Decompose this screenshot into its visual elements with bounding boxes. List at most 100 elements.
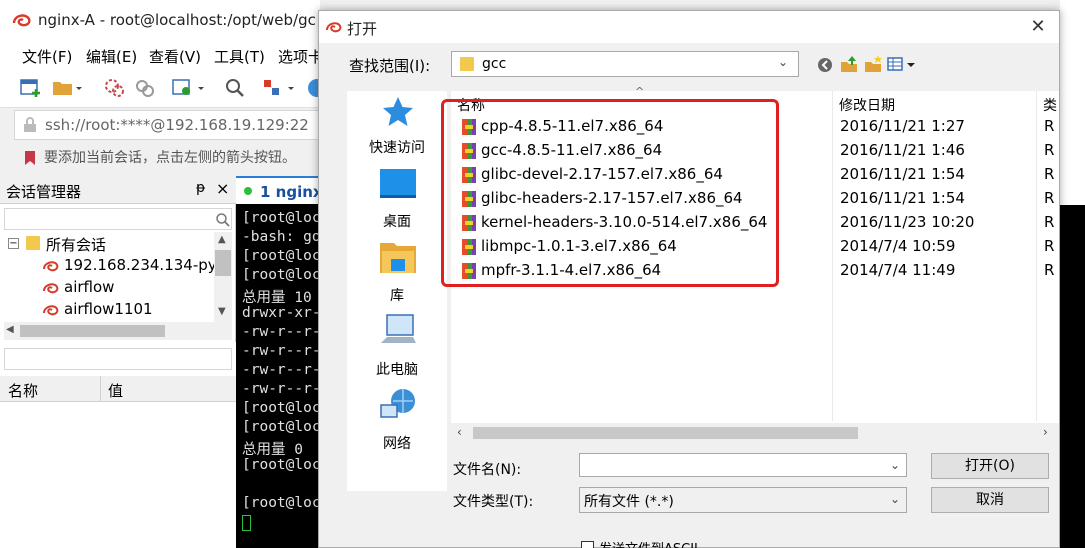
up-folder-icon[interactable] (839, 54, 859, 74)
file-type-combobox[interactable]: 所有文件 (*.*) ⌄ (579, 487, 907, 513)
tree-item[interactable]: airflow1101 (0, 299, 215, 321)
menu-edit[interactable]: 编辑(E) (86, 46, 137, 67)
menu-file[interactable]: 文件(F) (22, 46, 72, 67)
terminal-tab[interactable]: 1 nginx- (236, 176, 329, 204)
file-type: R (1044, 141, 1055, 159)
place-quick-access[interactable]: 快速访问 (347, 91, 447, 163)
terminal-tab-bar: 1 nginx- (236, 176, 329, 204)
file-type: R (1044, 237, 1055, 255)
column-divider (100, 376, 101, 402)
open-folder-icon[interactable] (52, 78, 82, 98)
hint-bar: 要添加当前会话，点击左侧的箭头按钮。 (0, 142, 320, 172)
session-vertical-scrollbar[interactable]: ▲ ▼ (214, 232, 232, 322)
session-icon (43, 261, 59, 272)
session-manager-title: 会话管理器 (6, 183, 82, 201)
sort-ascending-icon: ^ (635, 85, 645, 98)
file-list[interactable]: ^ 名称 修改日期 类 cpp-4.8.5-11.el7.x86_64 2016… (441, 85, 1059, 443)
tree-item[interactable]: 192.168.234.134-pyt (0, 255, 223, 277)
column-header-type[interactable]: 类 (1037, 91, 1063, 117)
terminal-line: -rw-r--r- (242, 381, 320, 397)
connected-status-icon (244, 187, 252, 195)
place-label: 库 (390, 288, 404, 304)
new-session-icon[interactable] (20, 78, 42, 98)
place-label: 网络 (383, 436, 411, 452)
file-type: R (1044, 189, 1055, 207)
column-header-date[interactable]: 修改日期 (833, 91, 901, 117)
session-search-input[interactable] (4, 208, 232, 230)
file-type: R (1044, 213, 1055, 231)
file-date: 2016/11/21 1:46 (840, 141, 965, 159)
scroll-up-icon[interactable]: ▲ (218, 234, 226, 245)
scroll-thumb[interactable] (20, 325, 165, 337)
dialog-close-button[interactable]: ✕ (1023, 15, 1053, 39)
place-this-pc[interactable]: 此电脑 (347, 313, 447, 385)
session-manager-panel: 会话管理器 ᵽ × − 所有会话 192.168.234.134-pyt air… (0, 176, 236, 548)
chevron-down-icon[interactable]: ⌄ (890, 492, 900, 506)
file-list-horizontal-scrollbar[interactable]: ‹ › (451, 423, 1059, 443)
reconnect-icon[interactable] (134, 78, 156, 98)
session-icon (43, 283, 59, 294)
open-button[interactable]: 打开(O) (931, 453, 1049, 479)
disconnect-icon[interactable] (104, 78, 126, 98)
scroll-left-icon[interactable]: ‹ (457, 425, 462, 439)
place-libraries[interactable]: 库 (347, 239, 447, 311)
terminal[interactable]: [root@loc -bash: go [root@loc [root@loc … (236, 204, 320, 548)
tree-root-all-sessions[interactable]: − 所有会话 (0, 233, 215, 255)
scroll-thumb[interactable] (473, 427, 858, 439)
properties-col-name: 名称 (8, 382, 39, 400)
scroll-thumb[interactable] (215, 250, 231, 276)
transfer-icon[interactable] (262, 78, 296, 98)
desktop-icon (380, 169, 416, 198)
scroll-left-icon[interactable]: ◀ (6, 324, 14, 335)
toolbar (0, 68, 320, 108)
view-menu-icon[interactable] (887, 56, 917, 74)
session-icon (43, 305, 59, 316)
pin-icon[interactable]: ᵽ (196, 180, 205, 196)
scroll-down-icon[interactable]: ▼ (218, 306, 226, 317)
cancel-button[interactable]: 取消 (931, 487, 1049, 513)
close-icon[interactable]: × (216, 179, 229, 198)
open-file-dialog: 打开 ✕ 查找范围(I): gcc ⌄ 快速访问 桌面 库 此电脑 网络 ^ 名… (318, 10, 1060, 548)
network-icon (380, 389, 415, 418)
file-date: 2016/11/21 1:54 (840, 165, 965, 183)
properties-col-value: 值 (108, 382, 124, 400)
new-folder-icon[interactable] (863, 54, 883, 74)
place-network[interactable]: 网络 (347, 387, 447, 459)
place-label: 桌面 (383, 214, 411, 230)
annotation-highlight-box (441, 99, 779, 287)
place-desktop[interactable]: 桌面 (347, 165, 447, 237)
terminal-line: -bash: go (242, 229, 320, 245)
look-in-combobox[interactable]: gcc ⌄ (451, 51, 799, 77)
chevron-down-icon[interactable]: ⌄ (890, 458, 900, 472)
tree-item[interactable]: airflow (0, 277, 215, 299)
search-icon[interactable] (215, 212, 231, 228)
properties-search-input[interactable] (4, 348, 232, 370)
menu-tools[interactable]: 工具(T) (214, 46, 265, 67)
terminal-line: [root@loc (242, 248, 320, 264)
bookmark-icon[interactable] (22, 150, 38, 166)
back-icon[interactable] (816, 56, 834, 74)
file-type: R (1044, 261, 1055, 279)
menu-view[interactable]: 查看(V) (149, 46, 201, 67)
send-ascii-checkbox[interactable] (581, 541, 594, 548)
search-icon[interactable] (224, 77, 246, 99)
file-date: 2016/11/21 1:27 (840, 117, 965, 135)
file-name-input[interactable]: ⌄ (579, 453, 907, 477)
scroll-right-icon[interactable]: › (1043, 425, 1048, 439)
file-date: 2016/11/21 1:54 (840, 189, 965, 207)
collapse-icon[interactable]: − (8, 238, 19, 249)
file-type: R (1044, 165, 1055, 183)
chevron-down-icon[interactable]: ⌄ (778, 55, 788, 69)
look-in-label: 查找范围(I): (349, 57, 431, 75)
terminal-line: [root@loc (242, 457, 320, 473)
address-bar[interactable]: ssh://root:****@192.168.19.129:22 (14, 110, 320, 140)
menu-tabs[interactable]: 选项卡 (278, 46, 323, 67)
terminal-line: [root@loc (242, 210, 320, 226)
file-date: 2016/11/23 10:20 (840, 213, 975, 231)
file-date: 2014/7/4 11:49 (840, 261, 956, 279)
places-bar: 快速访问 桌面 库 此电脑 网络 (347, 91, 447, 491)
settings-icon[interactable] (172, 78, 206, 98)
terminal-line: [root@loc (242, 400, 320, 416)
file-type-label: 文件类型(T): (453, 494, 534, 510)
session-horizontal-scrollbar[interactable]: ◀ (4, 322, 232, 340)
